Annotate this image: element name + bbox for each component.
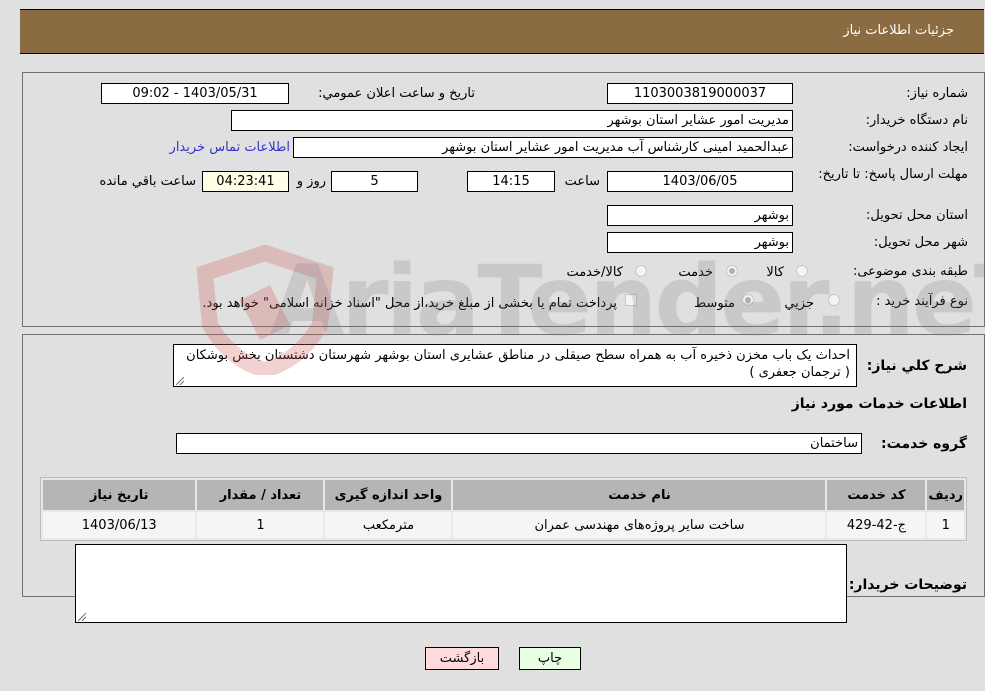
deadline-time-label: ساعت: [564, 174, 600, 189]
treasury-payment-checkbox[interactable]: [625, 294, 637, 306]
back-button[interactable]: بازگشت: [425, 647, 499, 670]
process-option-minor: جزيي: [784, 296, 814, 311]
cell-service-code: ج-42-429: [827, 512, 926, 538]
buyer-notes-label: توضیحات خریدار:: [848, 577, 967, 593]
category-option-goods: کالا: [766, 265, 784, 280]
announce-datetime-label: تاریخ و ساعت اعلان عمومي:: [318, 86, 475, 101]
col-quantity: تعداد / مقدار: [197, 480, 324, 510]
purchase-process-label: نوع فرآیند خرید :: [876, 294, 968, 309]
description-textarea[interactable]: احداث یک باب مخزن ذخیره آب به همراه سطح …: [173, 344, 857, 387]
delivery-city-label: شهر محل تحویل:: [873, 235, 968, 250]
page-title: جزئیات اطلاعات نیاز: [843, 23, 954, 38]
buyer-contact-link[interactable]: اطلاعات تماس خریدار: [170, 140, 290, 155]
cell-row-number: 1: [927, 512, 964, 538]
cell-unit: مترمکعب: [325, 512, 452, 538]
delivery-province-label: استان محل تحویل:: [866, 208, 968, 223]
deadline-time-field: 14:15: [467, 171, 555, 192]
buyer-org-field: مدیریت امور عشایر استان بوشهر: [231, 110, 793, 131]
cell-quantity: 1: [197, 512, 324, 538]
category-radio-service[interactable]: [726, 265, 738, 277]
category-label: طبقه بندی موضوعی:: [852, 264, 968, 279]
process-option-medium: متوسط: [694, 296, 735, 311]
cell-service-name: ساخت سایر پروژه‌های مهندسی عمران: [453, 512, 826, 538]
service-group-label: گروه خدمت:: [881, 436, 967, 452]
service-group-field: ساختمان: [176, 433, 862, 454]
col-row-number: ردیف: [927, 480, 964, 510]
remaining-time-field: 04:23:41: [202, 171, 289, 192]
table-header-row: ردیف کد خدمت نام خدمت واحد اندازه گیری ت…: [43, 480, 964, 510]
process-radio-medium[interactable]: [742, 294, 754, 306]
col-unit: واحد اندازه گیری: [325, 480, 452, 510]
deadline-date-field: 1403/06/05: [607, 171, 793, 192]
buyer-org-label: نام دستگاه خریدار:: [865, 113, 968, 128]
deadline-label: مهلت ارسال پاسخ: تا تاریخ:: [818, 167, 968, 182]
page-header: جزئیات اطلاعات نیاز: [20, 9, 984, 54]
col-service-name: نام خدمت: [453, 480, 826, 510]
announce-datetime-field: 1403/05/31 - 09:02: [101, 83, 289, 104]
buyer-notes-textarea[interactable]: [75, 544, 847, 623]
delivery-province-field: بوشهر: [607, 205, 793, 226]
need-number-field: 1103003819000037: [607, 83, 793, 104]
category-option-goods-service: کالا/خدمت: [566, 265, 623, 280]
requester-label: ایجاد کننده درخواست:: [848, 140, 968, 155]
print-button[interactable]: چاپ: [519, 647, 581, 670]
category-option-service: خدمت: [678, 265, 713, 280]
delivery-city-field: بوشهر: [607, 232, 793, 253]
col-service-code: کد خدمت: [827, 480, 926, 510]
process-radio-minor[interactable]: [828, 294, 840, 306]
remaining-days-label: روز و: [296, 174, 326, 189]
requester-field: عبدالحمید امینی کارشناس آب مدیریت امور ع…: [293, 137, 793, 158]
remaining-time-label: ساعت باقي مانده: [99, 174, 196, 189]
col-need-date: تاریخ نیاز: [43, 480, 196, 510]
category-radio-goods-service[interactable]: [635, 265, 647, 277]
description-text: احداث یک باب مخزن ذخیره آب به همراه سطح …: [186, 348, 850, 380]
services-section-title: اطلاعات خدمات مورد نیاز: [791, 396, 967, 412]
services-table: ردیف کد خدمت نام خدمت واحد اندازه گیری ت…: [40, 477, 967, 541]
treasury-payment-note: پرداخت تمام یا بخشی از مبلغ خرید،از محل …: [202, 296, 617, 311]
need-number-label: شماره نیاز:: [906, 86, 968, 101]
description-label: شرح کلي نیاز:: [866, 358, 967, 374]
category-radio-goods[interactable]: [796, 265, 808, 277]
table-row: 1 ج-42-429 ساخت سایر پروژه‌های مهندسی عم…: [43, 512, 964, 538]
remaining-days-field: 5: [331, 171, 418, 192]
cell-need-date: 1403/06/13: [43, 512, 196, 538]
resize-handle-icon[interactable]: [78, 613, 86, 621]
resize-handle-icon[interactable]: [176, 377, 184, 385]
